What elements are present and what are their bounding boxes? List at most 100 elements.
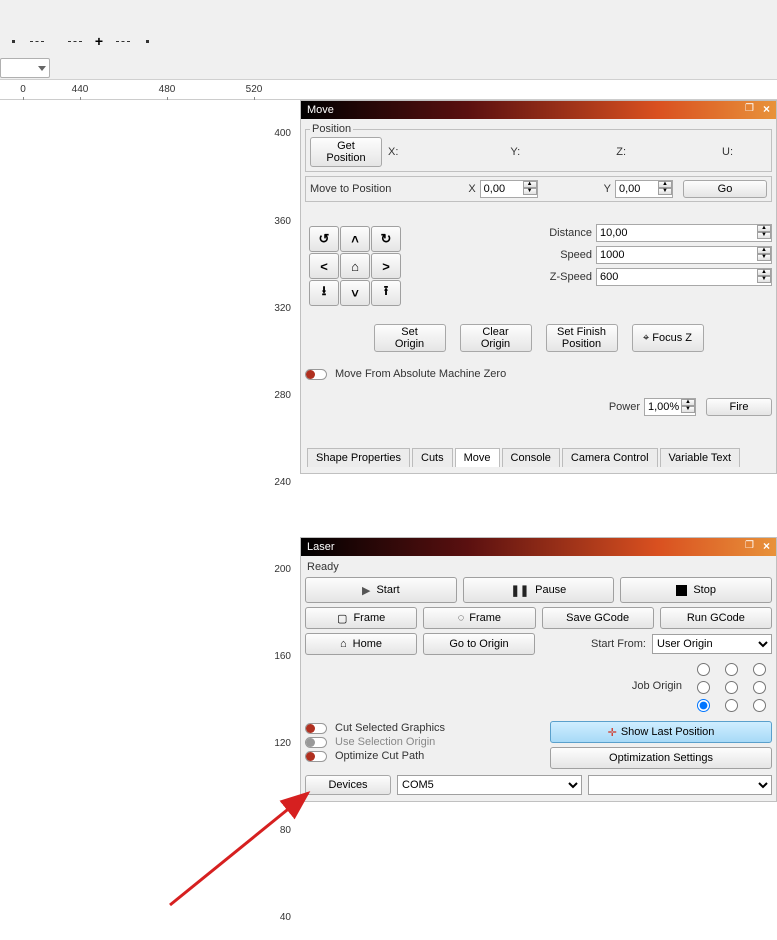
device-select[interactable] [588, 775, 773, 795]
show-last-position-label: Show Last Position [621, 726, 715, 738]
port-select[interactable]: COM5 [397, 775, 582, 795]
jog-ccw-button[interactable]: ↺ [309, 226, 339, 252]
optimization-settings-button[interactable]: Optimization Settings [550, 747, 772, 769]
start-from-select[interactable]: User Origin [652, 634, 772, 654]
spin-up-icon[interactable]: ▲ [757, 225, 771, 232]
move-panel: Move ❐ × Position Get Position X: Y: Z: … [300, 100, 777, 474]
align-tool-5[interactable] [112, 30, 134, 52]
spin-up-icon[interactable]: ▲ [523, 181, 537, 188]
job-origin-bl[interactable] [697, 699, 710, 712]
jog-left-button[interactable]: ˂ [309, 253, 339, 279]
set-origin-l1: Set [381, 326, 439, 338]
optimize-cut-path-toggle[interactable] [305, 751, 327, 762]
job-origin-mr[interactable] [753, 681, 766, 694]
use-selection-origin-toggle[interactable] [305, 737, 327, 748]
spin-up-icon[interactable]: ▲ [757, 269, 771, 276]
undock-icon[interactable]: ❐ [745, 103, 754, 114]
stop-icon [676, 585, 687, 596]
home-label: Home [353, 638, 382, 650]
go-button[interactable]: Go [683, 180, 767, 198]
tab-console[interactable]: Console [502, 448, 560, 467]
spin-up-icon[interactable]: ▲ [757, 247, 771, 254]
set-origin-button[interactable]: Set Origin [374, 324, 446, 352]
align-tool-6[interactable] [136, 30, 158, 52]
start-button[interactable]: ▶ Start [305, 577, 457, 603]
goto-origin-button[interactable]: Go to Origin [423, 633, 535, 655]
job-origin-ml[interactable] [697, 681, 710, 694]
tab-move[interactable]: Move [455, 448, 500, 467]
spin-down-icon[interactable]: ▼ [757, 254, 771, 261]
play-icon: ▶ [362, 584, 370, 597]
job-origin-tr[interactable] [753, 663, 766, 676]
set-finish-l1: Set Finish [553, 326, 611, 338]
move-panel-tabs: Shape Properties Cuts Move Console Camer… [305, 448, 772, 467]
set-origin-l2: Origin [381, 338, 439, 350]
undock-icon[interactable]: ❐ [745, 540, 754, 551]
spin-down-icon[interactable]: ▼ [757, 276, 771, 283]
tab-variable-text[interactable]: Variable Text [660, 448, 741, 467]
jog-z-down-button[interactable]: ⭳ [309, 280, 339, 306]
fire-button[interactable]: Fire [706, 398, 772, 416]
frame-circle-icon: ◌ [458, 612, 464, 624]
speed-input[interactable] [596, 246, 772, 264]
ruler-v-tick: 320 [274, 303, 291, 314]
jog-down-button[interactable]: ˅ [340, 280, 370, 306]
job-origin-tl[interactable] [697, 663, 710, 676]
spin-down-icon[interactable]: ▼ [658, 188, 672, 195]
stop-label: Stop [693, 584, 716, 596]
jog-cw-button[interactable]: ↻ [371, 226, 401, 252]
z-label: Z: [616, 146, 626, 158]
spin-down-icon[interactable]: ▼ [523, 188, 537, 195]
laser-panel-header[interactable]: Laser ❐ × [301, 538, 776, 556]
status-label: Ready [307, 561, 772, 573]
jog-right-button[interactable]: ˃ [371, 253, 401, 279]
clear-origin-button[interactable]: Clear Origin [460, 324, 532, 352]
set-finish-button[interactable]: Set Finish Position [546, 324, 618, 352]
focus-z-button[interactable]: ⌖ Focus Z [632, 324, 704, 352]
ruler-v-tick: 400 [274, 128, 291, 139]
align-tool-4[interactable]: + [88, 30, 110, 52]
align-tool-1[interactable] [2, 30, 24, 52]
ruler-h-tick: 520 [239, 84, 269, 95]
tab-shape-properties[interactable]: Shape Properties [307, 448, 410, 467]
home-button[interactable]: ⌂ Home [305, 633, 417, 655]
frame1-label: Frame [353, 612, 385, 624]
frame-rect-button[interactable]: ▢ Frame [305, 607, 417, 629]
job-origin-bc[interactable] [725, 699, 738, 712]
job-origin-mc[interactable] [725, 681, 738, 694]
ruler-h-tick: 0 [8, 84, 38, 95]
frame-circle-button[interactable]: ◌ Frame [423, 607, 535, 629]
jog-home-button[interactable]: ⌂ [340, 253, 370, 279]
jog-up-button[interactable]: ˄ [340, 226, 370, 252]
job-origin-label: Job Origin [632, 680, 682, 692]
align-tool-3[interactable] [64, 30, 86, 52]
spin-up-icon[interactable]: ▲ [681, 399, 695, 406]
devices-button[interactable]: Devices [305, 775, 391, 795]
cut-selected-toggle[interactable] [305, 723, 327, 734]
job-origin-tc[interactable] [725, 663, 738, 676]
distance-input[interactable] [596, 224, 772, 242]
move-abs-zero-toggle[interactable] [305, 369, 327, 380]
align-tool-2[interactable] [26, 30, 48, 52]
show-last-position-button[interactable]: ✛ Show Last Position [550, 721, 772, 743]
cut-selected-label: Cut Selected Graphics [335, 722, 445, 734]
spin-down-icon[interactable]: ▼ [757, 232, 771, 239]
focus-z-label: Focus Z [652, 332, 692, 344]
get-position-button[interactable]: Get Position [310, 137, 382, 167]
pause-button[interactable]: ❚❚ Pause [463, 577, 615, 603]
jog-z-up-button[interactable]: ⭱ [371, 280, 401, 306]
tab-camera-control[interactable]: Camera Control [562, 448, 658, 467]
zspeed-input[interactable] [596, 268, 772, 286]
toolbar-dropdown[interactable] [0, 58, 50, 78]
close-icon[interactable]: × [763, 539, 770, 553]
move-panel-header[interactable]: Move ❐ × [301, 101, 776, 119]
spin-up-icon[interactable]: ▲ [658, 181, 672, 188]
spin-down-icon[interactable]: ▼ [681, 406, 695, 413]
run-gcode-button[interactable]: Run GCode [660, 607, 772, 629]
job-origin-br[interactable] [753, 699, 766, 712]
tab-cuts[interactable]: Cuts [412, 448, 453, 467]
save-gcode-button[interactable]: Save GCode [542, 607, 654, 629]
ruler-v-tick: 160 [274, 651, 291, 662]
close-icon[interactable]: × [763, 102, 770, 116]
stop-button[interactable]: Stop [620, 577, 772, 603]
